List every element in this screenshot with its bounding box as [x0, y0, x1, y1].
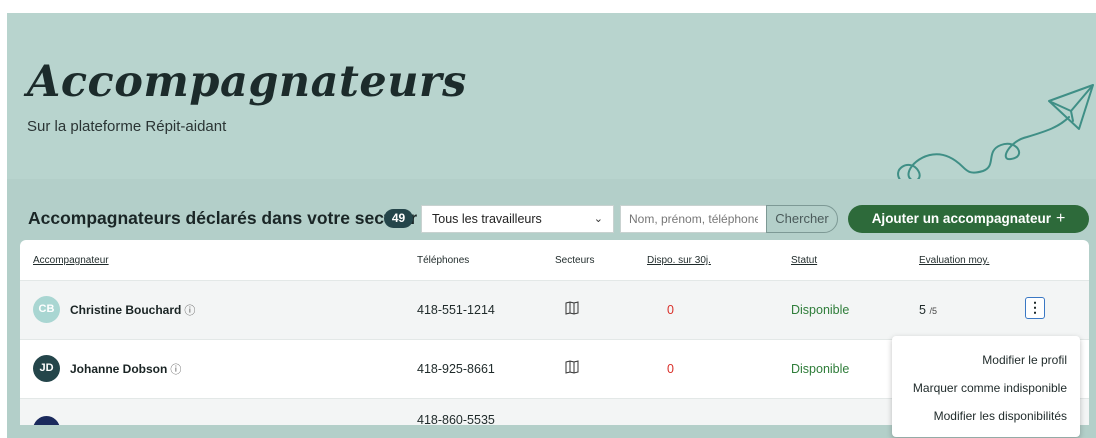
- paper-plane-illustration: [897, 84, 1094, 182]
- status-text: Disponible: [791, 303, 850, 317]
- header-statut[interactable]: Statut: [791, 255, 817, 266]
- menu-item-marquer-indisponible[interactable]: Marquer comme indisponible: [913, 381, 1067, 395]
- info-icon[interactable]: ⓘ: [170, 364, 181, 376]
- avatar: CB: [33, 296, 60, 323]
- row-actions-menu: Modifier le profil Marquer comme indispo…: [892, 336, 1080, 437]
- avatar: [33, 416, 60, 425]
- header-telephones: Téléphones: [417, 255, 470, 266]
- accompagnateur-name[interactable]: Christine Bouchard ⓘ: [70, 302, 195, 318]
- header-dispo[interactable]: Dispo. sur 30j.: [647, 255, 711, 266]
- accompagnateur-name[interactable]: Johanne Dobson ⓘ: [70, 361, 181, 377]
- chevron-down-icon: ⌄: [593, 213, 603, 225]
- header-accompagnateur[interactable]: Accompagnateur: [33, 255, 109, 266]
- plus-icon: +: [1055, 210, 1066, 227]
- add-accompagnateur-button[interactable]: Ajouter un accompagnateur +: [848, 205, 1089, 233]
- status-text: Disponible: [791, 362, 850, 376]
- phone-number: 418-925-8661: [417, 362, 495, 376]
- hero-banner: Accompagnateurs Sur la plateforme Répit-…: [7, 13, 1096, 182]
- section-title: Accompagnateurs déclarés dans votre sect…: [28, 208, 418, 228]
- phone-number: 418-551-1214: [417, 303, 495, 317]
- dispo-count: 0: [667, 362, 674, 376]
- phone-number: 418-860-5535: [417, 413, 495, 425]
- worker-filter-select[interactable]: Tous les travailleurs ⌄: [421, 205, 614, 233]
- menu-item-modifier-disponibilites[interactable]: Modifier les disponibilités: [934, 409, 1067, 423]
- map-icon[interactable]: [565, 360, 579, 374]
- add-accompagnateur-label: Ajouter un accompagnateur: [871, 211, 1051, 226]
- search-input[interactable]: [620, 205, 766, 233]
- worker-filter-value: Tous les travailleurs: [432, 212, 542, 226]
- table-header: Accompagnateur Téléphones Secteurs Dispo…: [20, 240, 1089, 280]
- count-badge: 49: [384, 209, 413, 228]
- page-title: Accompagnateurs: [27, 57, 467, 107]
- search-button[interactable]: Chercher: [766, 205, 838, 233]
- header-evaluation[interactable]: Evaluation moy.: [919, 255, 989, 266]
- table-row[interactable]: CB Christine Bouchard ⓘ 418-551-1214 0 Di…: [20, 280, 1089, 339]
- more-options-icon[interactable]: ⋮: [1025, 297, 1045, 319]
- evaluation-score: 5 /5: [919, 303, 937, 317]
- info-icon[interactable]: ⓘ: [184, 305, 195, 317]
- page-subtitle: Sur la plateforme Répit-aidant: [27, 118, 227, 135]
- header-secteurs: Secteurs: [555, 255, 595, 266]
- menu-item-modifier-profil[interactable]: Modifier le profil: [982, 353, 1067, 367]
- dispo-count: 0: [667, 303, 674, 317]
- avatar: JD: [33, 355, 60, 382]
- map-icon[interactable]: [565, 301, 579, 315]
